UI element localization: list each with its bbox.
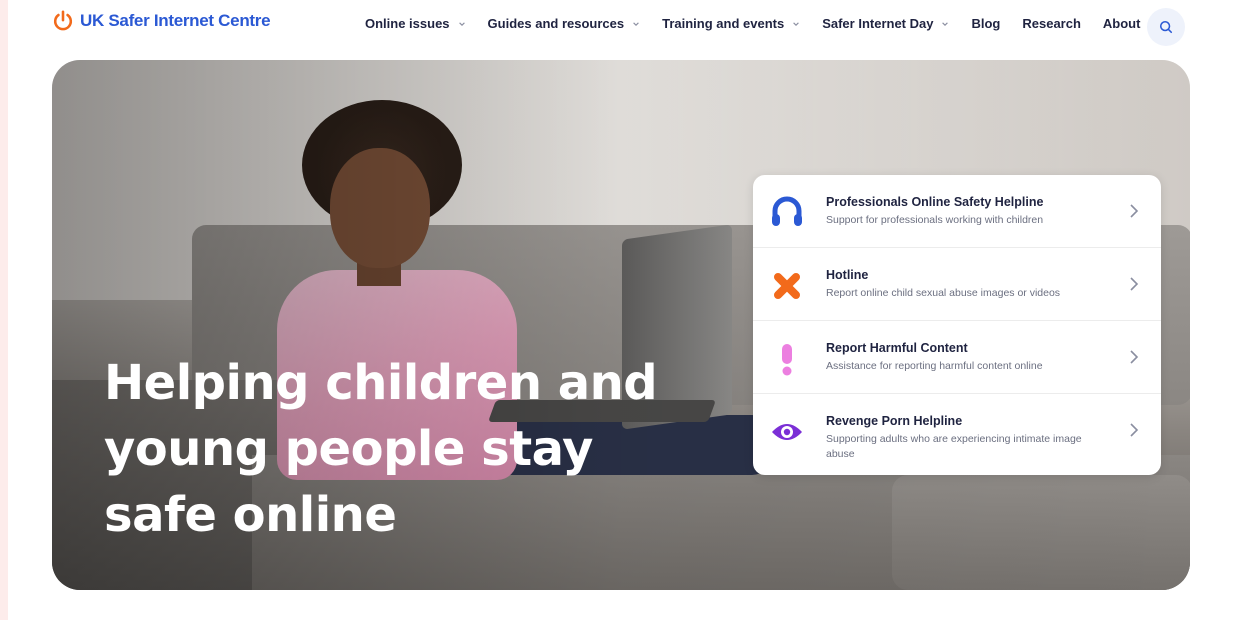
nav-label: Blog [971,16,1001,31]
page: media UK Safer Internet Centre Online is… [8,0,1251,620]
helpline-title: Report Harmful Content [826,341,968,355]
nav-item-blog[interactable]: Blog [971,16,1000,31]
helpline-title: Revenge Porn Helpline [826,414,963,428]
nav-item-online-issues[interactable]: Online issues [365,16,466,31]
helplines-card: Professionals Online Safety Helpline Sup… [753,175,1161,475]
helpline-report-harmful-content[interactable]: Report Harmful Content Assistance for re… [753,321,1161,394]
nav-item-safer-internet-day[interactable]: Safer Internet Day [822,16,949,31]
site-logo[interactable]: UK Safer Internet Centre [52,10,271,32]
nav-item-research[interactable]: Research [1022,16,1081,31]
logo-text: UK Safer Internet Centre [80,11,271,30]
chevron-down-icon [793,21,799,26]
nav-item-about[interactable]: About [1103,16,1141,31]
eye-icon [769,414,805,450]
helpline-subtitle: Support for professionals working with c… [826,214,1044,226]
nav-label: Guides and resources [487,16,625,31]
chevron-right-icon [1130,277,1139,291]
helpline-subtitle: Assistance for reporting harmful content… [826,360,1043,372]
chevron-right-icon [1130,204,1139,218]
chevron-right-icon [1130,423,1139,437]
search-icon [1159,20,1173,34]
nav-label: Online issues [365,16,450,31]
hero-title-line: safe online [104,487,397,543]
nav-label: Safer Internet Day [822,16,934,31]
search-button[interactable] [1147,8,1185,46]
hero-banner: Helping children and young people stay s… [52,60,1190,590]
nav-label: Training and events [662,16,785,31]
main-nav: Online issues Guides and resources Train… [365,16,1162,31]
nav-item-training-and-events[interactable]: Training and events [662,16,800,31]
nav-label: About [1102,16,1141,31]
helpline-subtitle: Supporting adults who are experiencing i… [826,433,1082,460]
hero-title-line: Helping children and [104,355,658,411]
exclamation-icon [769,341,805,377]
cross-icon [769,268,805,304]
chevron-down-icon [942,21,949,26]
chevron-right-icon [1130,350,1139,364]
hero-title: Helping children and young people stay s… [104,350,744,548]
helpline-title: Hotline [826,268,869,282]
chevron-down-icon [458,21,465,26]
helpline-subtitle: Report online child sexual abuse images … [826,287,1061,299]
power-icon [53,10,73,31]
nav-label: Research [1022,16,1081,31]
headset-icon [769,195,805,231]
chevron-down-icon [633,21,639,26]
helpline-hotline[interactable]: Hotline Report online child sexual abuse… [753,248,1161,321]
helpline-professionals[interactable]: Professionals Online Safety Helpline Sup… [753,175,1161,248]
hero-title-line: young people stay [104,421,593,477]
nav-item-guides-and-resources[interactable]: Guides and resources [488,16,641,31]
helpline-revenge-porn[interactable]: Revenge Porn Helpline Supporting adults … [753,394,1161,475]
helpline-title: Professionals Online Safety Helpline [826,195,1044,209]
site-header: media UK Safer Internet Centre Online is… [8,0,1251,52]
